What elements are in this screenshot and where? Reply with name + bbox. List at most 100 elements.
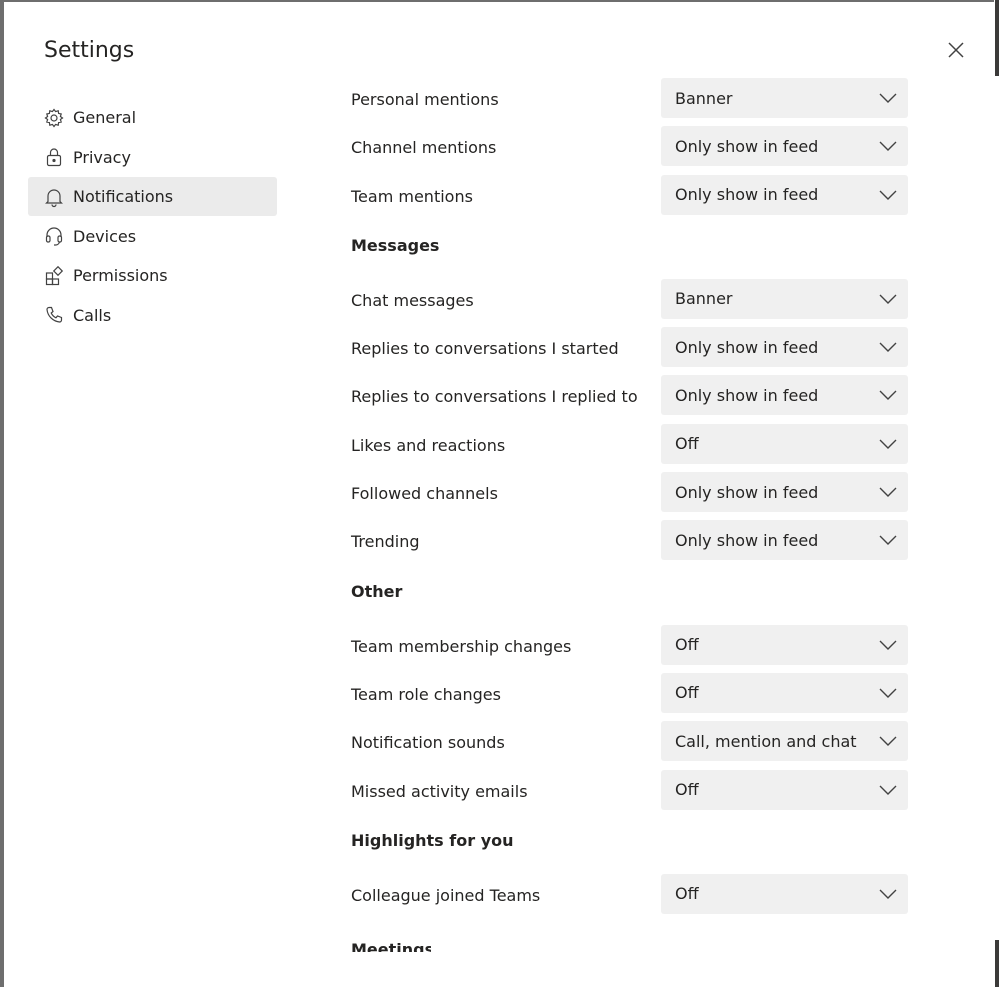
- chevron-down-icon: [879, 785, 897, 795]
- chevron-down-icon: [879, 294, 897, 304]
- chevron-down-icon: [879, 141, 897, 152]
- setting-label: Colleague joined Teams: [351, 885, 541, 905]
- section-heading: Messages: [351, 235, 440, 255]
- section-heading: Highlights for you: [351, 830, 514, 850]
- section-messages: Messages: [351, 221, 911, 277]
- chevron-down-icon: [879, 640, 897, 650]
- setting-label: Personal mentions: [351, 90, 499, 109]
- setting-row-channel-mentions: Channel mentions Only show in feed: [351, 124, 911, 172]
- gear-icon: [43, 107, 65, 129]
- dropdown-value: Only show in feed: [675, 136, 819, 156]
- chevron-down-icon: [879, 93, 897, 103]
- dropdown-value: Only show in feed: [675, 385, 819, 405]
- setting-label: Missed activity emails: [351, 781, 528, 801]
- setting-row-trending: Trending Only show in feed: [351, 518, 911, 566]
- nav-item-notifications[interactable]: Notifications: [28, 177, 277, 217]
- dialog-title: Settings: [44, 38, 135, 63]
- nav-item-devices[interactable]: Devices: [28, 217, 277, 256]
- replies-started-dropdown[interactable]: Only show in feed: [661, 327, 908, 368]
- chevron-down-icon: [879, 736, 897, 747]
- dropdown-value: Off: [675, 884, 699, 904]
- dropdown-value: Banner: [675, 88, 733, 108]
- section-highlights: Highlights for you: [351, 816, 911, 872]
- nav-item-label: Permissions: [73, 266, 168, 286]
- headset-icon: [43, 225, 65, 247]
- nav-item-general[interactable]: General: [28, 98, 277, 137]
- setting-label: Likes and reactions: [351, 435, 506, 455]
- bell-icon: [43, 186, 65, 208]
- chevron-down-icon: [879, 688, 897, 698]
- followed-channels-dropdown[interactable]: Only show in feed: [661, 472, 908, 513]
- setting-label: Replies to conversations I started: [351, 339, 619, 359]
- chevron-down-icon: [879, 342, 897, 353]
- window-edge: [994, 0, 999, 987]
- section-heading: Meetings: [351, 940, 431, 952]
- chevron-down-icon: [879, 889, 897, 899]
- section-heading-cutoff: Meetings: [351, 940, 431, 952]
- team-membership-dropdown[interactable]: Off: [661, 624, 908, 665]
- apps-icon: [43, 265, 65, 287]
- close-button[interactable]: [944, 38, 968, 62]
- settings-dialog: Settings General Privacy Notifications D…: [4, 2, 994, 987]
- setting-row-followed-channels: Followed channels Only show in feed: [351, 470, 911, 518]
- setting-row-chat-messages: Chat messages Banner: [351, 277, 911, 325]
- chat-messages-dropdown[interactable]: Banner: [661, 278, 908, 319]
- setting-row-team-mentions: Team mentions Only show in feed: [351, 173, 911, 221]
- nav-item-label: Privacy: [73, 147, 131, 167]
- channel-mentions-dropdown[interactable]: Only show in feed: [661, 126, 908, 167]
- setting-label: Replies to conversations I replied to: [351, 387, 638, 407]
- dropdown-value: Off: [675, 434, 699, 454]
- chevron-down-icon: [879, 487, 897, 498]
- lock-icon: [43, 146, 65, 168]
- nav-item-permissions[interactable]: Permissions: [28, 256, 277, 295]
- chevron-down-icon: [879, 390, 897, 401]
- close-icon: [948, 42, 964, 58]
- nav-item-label: Calls: [73, 305, 112, 325]
- dropdown-value: Banner: [675, 289, 733, 309]
- dropdown-value: Off: [675, 683, 699, 703]
- nav-item-calls[interactable]: Calls: [28, 296, 277, 335]
- colleague-joined-dropdown[interactable]: Off: [661, 873, 908, 914]
- chevron-down-icon: [879, 439, 897, 449]
- setting-row-colleague-joined: Colleague joined Teams Off: [351, 872, 911, 920]
- notification-sounds-dropdown[interactable]: Call, mention and chat: [661, 721, 908, 762]
- setting-label: Notification sounds: [351, 733, 505, 753]
- dropdown-value: Off: [675, 780, 699, 800]
- chevron-down-icon: [879, 535, 897, 546]
- nav-item-label: Notifications: [73, 187, 174, 207]
- notifications-settings: Personal mentions Banner Channel mention…: [351, 76, 911, 920]
- setting-row-personal-mentions: Personal mentions Banner: [351, 76, 911, 124]
- likes-reactions-dropdown[interactable]: Off: [661, 423, 908, 464]
- setting-label: Chat messages: [351, 290, 474, 310]
- setting-row-replies-started: Replies to conversations I started Only …: [351, 325, 911, 373]
- nav-item-label: Devices: [73, 226, 137, 246]
- dropdown-value: Call, mention and chat: [675, 731, 857, 751]
- setting-label: Team membership changes: [351, 636, 572, 656]
- nav-item-privacy[interactable]: Privacy: [28, 138, 277, 177]
- chevron-down-icon: [879, 190, 897, 200]
- setting-row-replies-replied: Replies to conversations I replied to On…: [351, 373, 911, 421]
- missed-activity-dropdown[interactable]: Off: [661, 769, 908, 810]
- setting-row-likes-reactions: Likes and reactions Off: [351, 422, 911, 470]
- setting-row-team-role: Team role changes Off: [351, 671, 911, 719]
- personal-mentions-dropdown[interactable]: Banner: [661, 78, 908, 118]
- replies-replied-dropdown[interactable]: Only show in feed: [661, 375, 908, 416]
- phone-icon: [43, 304, 65, 326]
- setting-label: Team mentions: [351, 186, 473, 206]
- setting-label: Team role changes: [351, 684, 501, 704]
- trending-dropdown[interactable]: Only show in feed: [661, 520, 908, 561]
- dropdown-value: Off: [675, 635, 699, 655]
- dropdown-value: Only show in feed: [675, 337, 819, 357]
- setting-label: Followed channels: [351, 484, 498, 504]
- scrollbar-edge: [995, 940, 999, 987]
- dropdown-value: Only show in feed: [675, 482, 819, 502]
- scrollbar-edge: [995, 0, 999, 76]
- team-mentions-dropdown[interactable]: Only show in feed: [661, 174, 908, 215]
- nav-item-label: General: [73, 108, 137, 127]
- section-other: Other: [351, 567, 911, 623]
- setting-row-missed-activity: Missed activity emails Off: [351, 768, 911, 816]
- setting-row-team-membership: Team membership changes Off: [351, 623, 911, 671]
- team-role-dropdown[interactable]: Off: [661, 672, 908, 713]
- setting-row-notification-sounds: Notification sounds Call, mention and ch…: [351, 719, 911, 767]
- setting-label: Channel mentions: [351, 138, 497, 158]
